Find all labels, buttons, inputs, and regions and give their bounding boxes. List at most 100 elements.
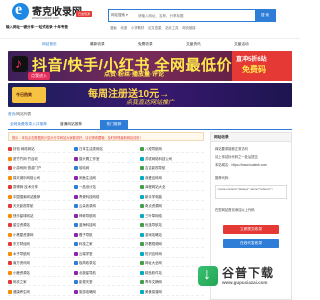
site-link[interactable]: 网址大全网 [140,260,204,266]
hotword[interactable]: 动漫 [121,26,128,30]
submit-button[interactable]: 立即提交收录 [223,225,279,234]
site-link-label: 木子导航网 [13,251,30,256]
site-link-label: 天天影视导航 [13,204,34,208]
site-link[interactable]: 青年文摘网 [140,279,204,285]
site-link[interactable]: 神奇导航网 [74,213,138,219]
site-link[interactable]: 青瓷科技网络 [74,194,138,200]
banner-cta-button[interactable]: 点我进入 [28,72,50,80]
site-link-label: 神奇导航网 [79,213,96,218]
nav-item-articles[interactable]: 文章资讯 [186,42,201,47]
site-link[interactable]: 赛博网·技术分享 [8,184,72,190]
site-link[interactable]: 我爱百科网 [140,175,204,181]
favicon-icon [8,270,12,275]
site-link[interactable]: 影视天堂 [74,279,138,285]
sidebar-text: 请上传站标代码之一处后提交 [215,155,258,159]
site-link[interactable]: 锦天城乐网络公司 [8,175,72,181]
site-link[interactable]: 码农之家 [8,279,72,285]
site-link[interactable]: 八戒导航网 [140,146,204,152]
banner-side-panel[interactable]: 直冲5折6站 免费码 [232,51,292,81]
nav-item-home[interactable]: 网站首页 [42,42,57,47]
site-link[interactable]: 天天影视导航 [8,203,72,209]
site-link-label: 吉吉影视导航 [145,166,166,170]
site-link[interactable]: 猫头鹰工作室 [74,156,138,162]
banner-side-subtitle: 免费码 [242,65,266,74]
site-link[interactable]: 极简收录站 [74,260,138,266]
paid-submit-button[interactable]: 在线代发收录 [223,239,279,248]
site-link-label: 新手学电脑 [145,194,162,199]
site-link[interactable]: 游戏攻略站 [140,232,204,238]
site-link-label: 精品软件站 [145,270,162,275]
favicon-icon [74,270,78,275]
site-link[interactable]: 知识百科网 [140,251,204,257]
search-button[interactable]: 搜 索 [255,10,275,21]
hotword[interactable]: 网页链接 [182,26,195,30]
site-link[interactable]: 木子导航网 [8,251,72,257]
search-input[interactable] [136,10,254,21]
tab-free-submit[interactable]: 全网免费收录入口推荐 [10,122,47,127]
site-header: 寄克收录网 已发现源 www.kuakeb.com 输入网址一键分享·一站式收录… [0,0,300,38]
site-link-label: 橙子导航 [79,232,93,237]
site-link[interactable]: 云朵收录网 [74,203,138,209]
favicon-icon [140,166,144,170]
site-link[interactable]: 健康养生网 [8,289,72,295]
tab-hot[interactable]: 热门推荐 [100,120,128,129]
nav-item-free[interactable]: 免费收录 [138,42,153,47]
favicon-icon [140,156,144,161]
site-logo-icon[interactable] [12,1,29,20]
site-link[interactable]: 蓝海科技网 [74,222,138,228]
site-link[interactable]: 日本生活类网站 [74,146,138,152]
promo-banner-register[interactable]: 今日热卖 每周注册送10元→ 点我直达网站推广 [8,83,292,107]
site-link[interactable]: 小鹿资源站 [8,270,72,276]
promo-banner-social[interactable]: 抖音/快手/小红书 全网最低价 点赞·粉丝·播放量·评论 点我进入 直冲5折6站… [8,51,292,81]
site-link-label: 夏竹竹网·竹百收 [13,156,38,161]
hotword[interactable]: 站长工具 [165,26,178,30]
site-link-label: 铃铛·网络网站 [13,147,35,151]
favicon-icon [8,156,12,161]
site-link[interactable]: 苏轼网络科技公司 [140,156,204,162]
table-row: 赛博网·技术分享 一品设计站 泽程网站大全 [8,182,204,191]
site-listing: 提示：本站点击数据统计显示分享网站大家都说好，请记得收藏哦，及时获得最新网站动态… [8,132,204,300]
hotword[interactable]: 小学教材 [131,26,144,30]
site-link[interactable]: 好看视频网 [140,241,204,247]
nav-item-latest[interactable]: 最新收录 [90,42,105,47]
main-nav: 网站首页 最新收录 免费收录 文章资讯 文章活动 [0,38,300,49]
code-snippet[interactable]: <meta content="always" name="referrer"> [215,185,287,199]
site-link[interactable]: 中国搜索网站推荐 [8,194,72,200]
site-link[interactable]: 夏竹竹网·竹百收 [8,156,72,162]
site-link[interactable]: 小黑屋资源网 [8,232,72,238]
site-link[interactable]: 吉吉影视导航 [140,165,204,171]
site-link[interactable]: 优选导航站 [140,222,204,228]
site-link[interactable]: 泽程网站大全 [140,184,204,190]
favicon-icon [8,204,12,208]
tab-normal-sites[interactable]: 普通网站推荐 [60,122,82,127]
search-type-select[interactable]: 网站搜索 ▾ [111,13,128,18]
favicon-icon [74,204,78,208]
site-link[interactable]: 新手学电脑 [140,194,204,200]
site-link[interactable]: 橙子导航 [74,232,138,238]
site-link[interactable]: 北极星导航 [74,270,138,276]
site-link[interactable]: 快乐星球网站 [8,213,72,219]
site-link[interactable]: 南方资讯网 [8,260,72,266]
site-link[interactable]: 三叶草网络 [140,213,204,219]
favicon-icon [8,175,12,180]
site-link[interactable]: 闲鱼生活网 [74,175,138,181]
site-link[interactable]: 精品软件站 [140,270,204,276]
site-link[interactable]: 星空资源站 [8,222,72,228]
site-link[interactable]: 一品设计站 [74,184,138,190]
site-link[interactable]: 旅游攻略网 [74,289,138,295]
site-link[interactable]: 奇点资源网 [140,203,204,209]
hotword[interactable]: 漫画 [110,26,117,30]
table-row: 铃铛·网络网站 日本生活类网站 八戒导航网 [8,144,204,153]
hot-sale-badge: 今日热卖 [12,87,46,103]
site-link-label: 云端学堂 [79,251,93,256]
site-link[interactable]: 铃铛·网络网站 [8,146,72,152]
site-link[interactable]: 科技之家 [74,241,138,247]
hotword[interactable]: 论文查重 [148,26,161,30]
site-link[interactable]: 小游戏网·旅游门户 [8,165,72,171]
site-link[interactable]: 云端学堂 [74,251,138,257]
favicon-icon [140,223,144,227]
nav-item-events[interactable]: 文章活动 [234,42,249,47]
site-link[interactable]: 美食菜谱网 [140,289,204,295]
site-link[interactable]: 东方财经网 [8,241,72,247]
site-link[interactable]: 哈哈网 [74,165,138,171]
